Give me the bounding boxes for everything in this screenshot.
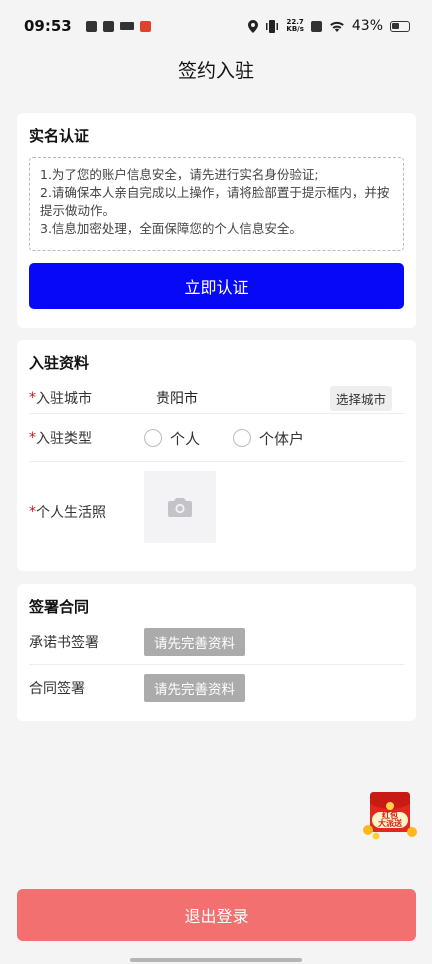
battery-icon bbox=[390, 20, 410, 32]
verify-now-button[interactable]: 立即认证 bbox=[29, 263, 404, 309]
page-title: 签约入驻 bbox=[177, 60, 254, 82]
contract-card: 签署合同 承诺书签署 请先完善资料 合同签署 请先完善资料 bbox=[17, 584, 416, 721]
sim-off-icon bbox=[310, 20, 322, 32]
city-row: * 入驻城市 贵阳市 选择城市 bbox=[29, 384, 404, 412]
photo-label: 个人生活照 bbox=[36, 505, 106, 521]
verification-title: 实名认证 bbox=[29, 127, 90, 145]
app-red-icon bbox=[139, 20, 151, 32]
type-label: 入驻类型 bbox=[36, 431, 92, 447]
home-indicator[interactable] bbox=[130, 958, 302, 962]
radio-circle[interactable] bbox=[233, 429, 251, 447]
vibrate-icon bbox=[266, 19, 279, 33]
radio-individual-business[interactable]: 个体户 bbox=[233, 428, 304, 449]
photo-row: * 个人生活照 bbox=[29, 498, 404, 526]
status-time: 09:53 bbox=[24, 17, 72, 35]
required-mark: * bbox=[29, 504, 36, 520]
verification-notice: 1.为了您的账户信息安全，请先进行实名身份验证; 2.请确保本人亲自完成以上操作… bbox=[29, 157, 404, 251]
red-packet-text: 红包 大派送 bbox=[372, 812, 408, 828]
city-value: 贵阳市 bbox=[156, 391, 198, 407]
logout-button[interactable]: 退出登录 bbox=[17, 889, 416, 941]
required-mark: * bbox=[29, 390, 36, 406]
radio-circle[interactable] bbox=[144, 429, 162, 447]
contract-row-label: 合同签署 bbox=[29, 681, 85, 697]
app-icon bbox=[102, 20, 114, 32]
select-city-button[interactable]: 选择城市 bbox=[329, 385, 392, 411]
red-packet-promo[interactable]: 红包 大派送 bbox=[362, 790, 418, 840]
settlement-info-card: 入驻资料 * 入驻城市 贵阳市 选择城市 * 入驻类型 个人 个体户 * 个人生… bbox=[17, 340, 416, 571]
required-mark: * bbox=[29, 430, 36, 446]
contract-row-label: 承诺书签署 bbox=[29, 635, 99, 651]
status-bar: 09:53 22.7 KB/s 43% bbox=[0, 0, 432, 52]
notice-line: 1.为了您的账户信息安全，请先进行实名身份验证; bbox=[40, 167, 319, 182]
complete-info-button[interactable]: 请先完善资料 bbox=[144, 628, 245, 656]
network-speed: 22.7 KB/s bbox=[286, 19, 303, 33]
contract-title: 签署合同 bbox=[29, 598, 90, 616]
info-title: 入驻资料 bbox=[29, 354, 90, 372]
radio-label: 个体户 bbox=[259, 429, 305, 448]
photo-upload[interactable] bbox=[144, 471, 216, 543]
wifi-icon bbox=[330, 21, 344, 32]
mail-icon bbox=[85, 20, 97, 32]
location-icon bbox=[248, 19, 259, 33]
vivo-icon bbox=[119, 22, 134, 30]
complete-info-button[interactable]: 请先完善资料 bbox=[144, 674, 245, 702]
red-packet-line: 大派送 bbox=[378, 819, 402, 828]
notice-line: 3.信息加密处理，全面保障您的个人信息安全。 bbox=[40, 221, 302, 236]
city-label: 入驻城市 bbox=[36, 391, 92, 407]
divider bbox=[29, 413, 404, 414]
divider bbox=[29, 461, 404, 462]
radio-personal[interactable]: 个人 bbox=[144, 428, 200, 449]
camera-icon bbox=[168, 497, 192, 517]
verification-card: 实名认证 1.为了您的账户信息安全，请先进行实名身份验证; 2.请确保本人亲自完… bbox=[17, 113, 416, 328]
net-speed-unit: KB/s bbox=[286, 25, 304, 33]
type-row: * 入驻类型 个人 个体户 bbox=[29, 424, 404, 452]
radio-label: 个人 bbox=[170, 429, 201, 448]
battery-percent: 43% bbox=[351, 18, 383, 34]
divider bbox=[29, 664, 404, 665]
notice-line: 2.请确保本人亲自完成以上操作，请将脸部置于提示框内，并按提示做动作。 bbox=[40, 185, 390, 218]
